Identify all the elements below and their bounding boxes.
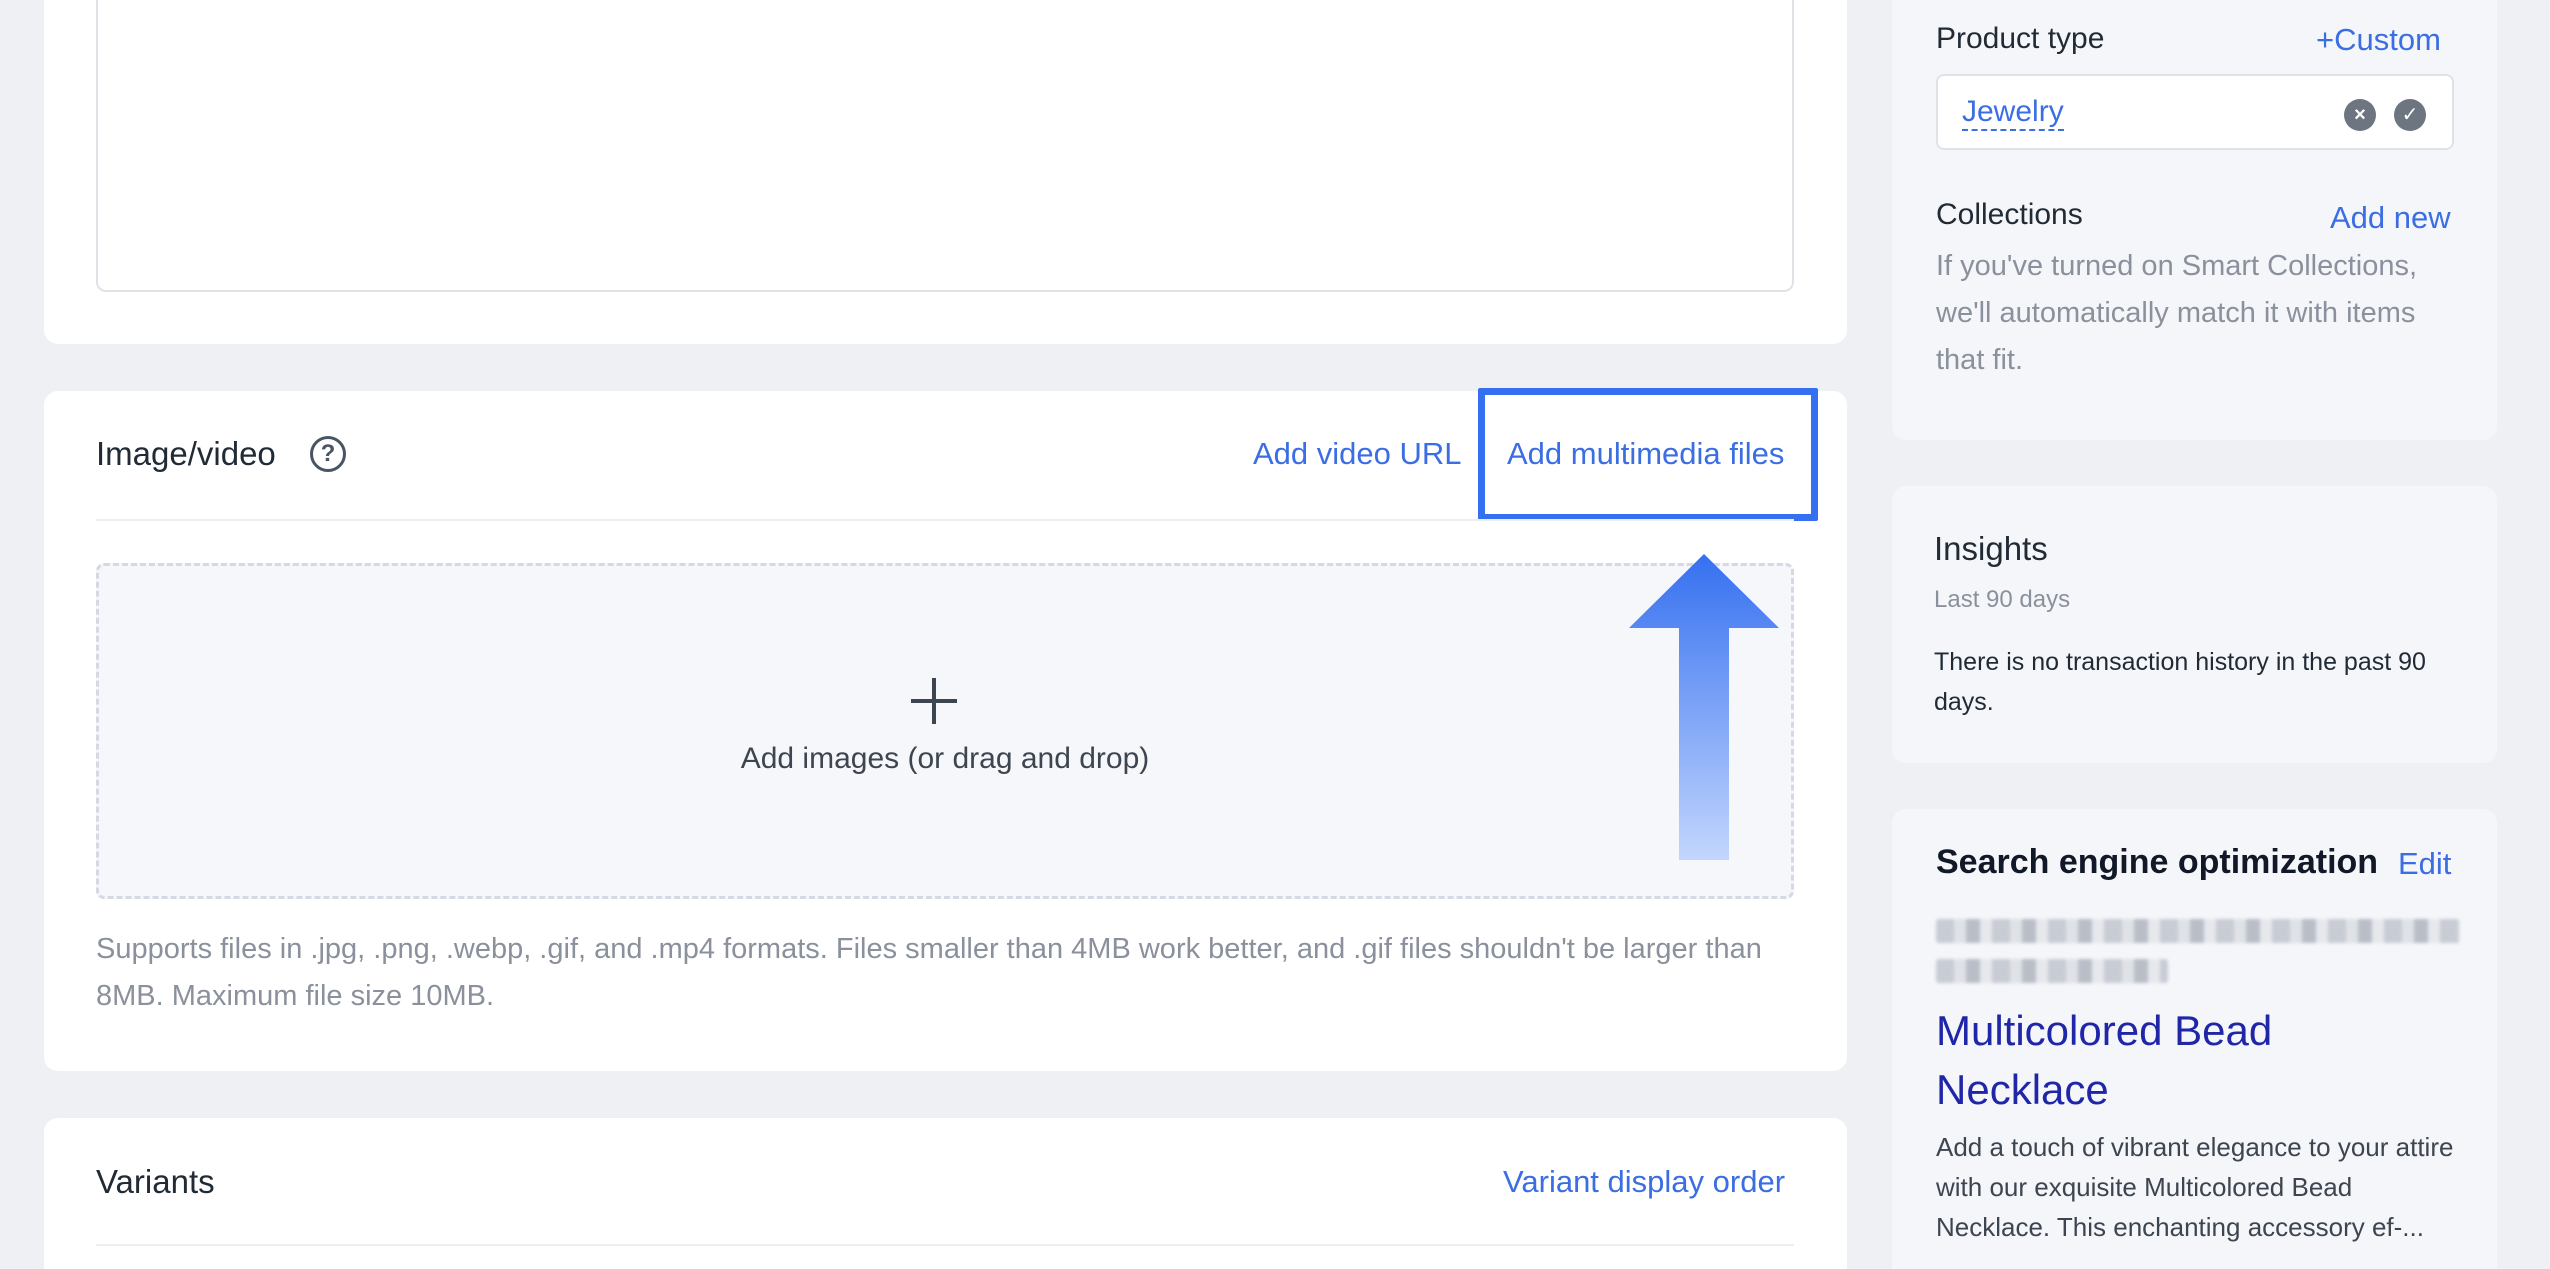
seo-url-redacted <box>1936 959 2168 983</box>
check-icon[interactable]: ✓ <box>2394 99 2426 131</box>
clear-icon[interactable]: × <box>2344 99 2376 131</box>
seo-edit-link[interactable]: Edit <box>2398 846 2451 882</box>
seo-page-title: Multicolored Bead Necklace <box>1936 1007 2273 1113</box>
plus-icon <box>911 678 957 724</box>
insights-note: There is no transaction history in the p… <box>1934 648 2426 716</box>
divider <box>96 1244 1794 1246</box>
image-video-title: Image/video <box>96 435 276 472</box>
plus-icon: + <box>2316 22 2335 57</box>
variants-card: Variants Variant display order <box>44 1118 1847 1269</box>
seo-url-redacted <box>1936 919 2460 943</box>
highlight-box <box>1478 388 1818 521</box>
image-video-card: Image/video ? Add video URL Add multimed… <box>44 388 1847 1071</box>
seo-description: Add a touch of vibrant elegance to your … <box>1936 1132 2454 1242</box>
divider <box>96 519 1794 521</box>
arrow-up-icon <box>1629 554 1779 860</box>
collections-label: Collections <box>1936 198 2083 231</box>
seo-title: Search engine optimization <box>1936 843 2379 881</box>
product-type-input[interactable]: Jewelry × ✓ <box>1936 74 2454 150</box>
product-type-value: Jewelry <box>1962 95 2064 131</box>
variants-title: Variants <box>96 1163 215 1200</box>
insights-period: Last 90 days <box>1934 586 2071 613</box>
insights-card: Insights Last 90 days There is no transa… <box>1892 486 2497 763</box>
description-textarea[interactable] <box>96 0 1794 292</box>
description-card <box>44 0 1847 344</box>
insights-title: Insights <box>1934 530 2048 567</box>
product-type-label: Product type <box>1936 22 2105 55</box>
seo-card: Search engine optimization Edit Multicol… <box>1892 809 2497 1269</box>
add-new-collection-link[interactable]: Add new <box>2330 200 2451 236</box>
help-icon[interactable]: ? <box>310 436 346 472</box>
supported-formats-text: Supports files in .jpg, .png, .webp, .gi… <box>96 933 1762 1012</box>
image-dropzone[interactable]: Add images (or drag and drop) <box>96 554 1794 899</box>
dropzone-label: Add images (or drag and drop) <box>740 742 1150 775</box>
add-video-url-link[interactable]: Add video URL <box>1253 436 1462 472</box>
custom-type-link[interactable]: +Custom <box>2316 22 2441 58</box>
variant-display-order-link[interactable]: Variant display order <box>1503 1164 1785 1200</box>
product-organization-card: Product type +Custom Jewelry × ✓ Collect… <box>1892 0 2497 440</box>
collections-description: If you've turned on Smart Collections, w… <box>1936 250 2418 376</box>
custom-link-label: Custom <box>2334 22 2441 57</box>
